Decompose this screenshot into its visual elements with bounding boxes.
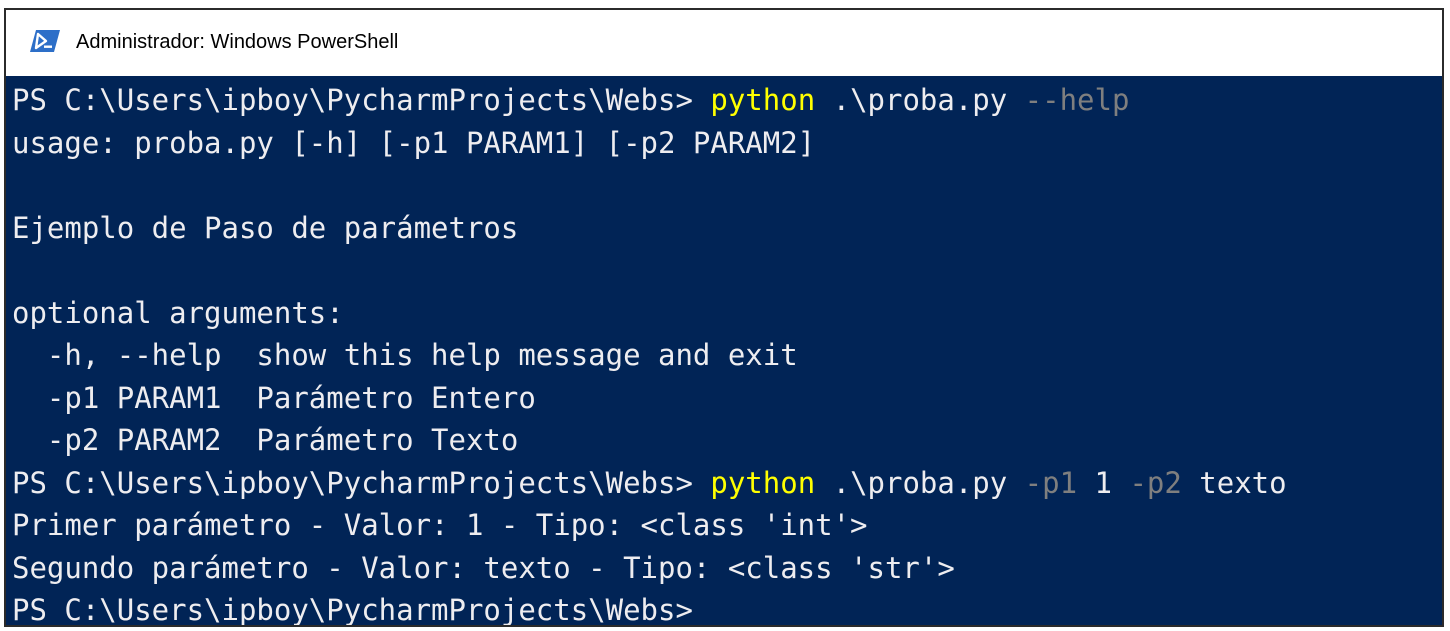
console-text: PS C:\Users\ipboy\PycharmProjects\Webs> <box>12 465 711 500</box>
console-text: texto <box>1181 465 1287 500</box>
console-line: usage: proba.py [-h] [-p1 PARAM1] [-p2 P… <box>12 122 1442 165</box>
console-line: -h, --help show this help message and ex… <box>12 334 1442 377</box>
console-text: Segundo parámetro - Valor: texto - Tipo:… <box>12 550 955 585</box>
console-text: .\proba.py <box>815 83 1025 117</box>
console-text: -p1 PARAM1 Parámetro Entero <box>12 380 536 415</box>
console-text: 1 <box>1077 465 1130 500</box>
console-line: PS C:\Users\ipboy\PycharmProjects\Webs> <box>12 589 1442 627</box>
parameter-token: --help <box>1024 83 1130 117</box>
console-line: Primer parámetro - Valor: 1 - Tipo: <cla… <box>12 504 1442 547</box>
command-token: python <box>710 83 816 117</box>
parameter-token: -p2 <box>1129 465 1182 500</box>
console-output[interactable]: PS C:\Users\ipboy\PycharmProjects\Webs> … <box>12 79 1442 625</box>
window-title: Administrador: Windows PowerShell <box>76 31 399 53</box>
console-text: Ejemplo de Paso de parámetros <box>12 210 519 245</box>
console-text: .\proba.py <box>815 465 1025 500</box>
console-text: PS C:\Users\ipboy\PycharmProjects\Webs> <box>12 83 711 117</box>
console-text: Primer parámetro - Valor: 1 - Tipo: <cla… <box>12 508 868 542</box>
console-line: Segundo parámetro - Valor: texto - Tipo:… <box>12 547 1442 590</box>
console-text: -p2 PARAM2 Parámetro Texto <box>12 423 519 457</box>
console-text: optional arguments: <box>12 295 344 330</box>
title-bar[interactable]: Administrador: Windows PowerShell <box>6 10 1442 76</box>
console-text: PS C:\Users\ipboy\PycharmProjects\Webs> <box>12 593 693 627</box>
console-line: -p2 PARAM2 Parámetro Texto <box>12 419 1442 462</box>
command-token: python <box>710 465 816 500</box>
console-text: usage: proba.py [-h] [-p1 PARAM1] [-p2 P… <box>12 125 816 160</box>
powershell-window: Administrador: Windows PowerShell PS C:\… <box>4 8 1444 627</box>
console-text: -h, --help show this help message and ex… <box>12 338 798 372</box>
powershell-icon <box>30 30 60 52</box>
console-line: optional arguments: <box>12 292 1442 335</box>
console-line: PS C:\Users\ipboy\PycharmProjects\Webs> … <box>12 462 1442 505</box>
console-line: PS C:\Users\ipboy\PycharmProjects\Webs> … <box>12 79 1442 122</box>
console-line: -p1 PARAM1 Parámetro Entero <box>12 377 1442 420</box>
console-line: Ejemplo de Paso de parámetros <box>12 207 1442 250</box>
parameter-token: -p1 <box>1024 465 1078 500</box>
